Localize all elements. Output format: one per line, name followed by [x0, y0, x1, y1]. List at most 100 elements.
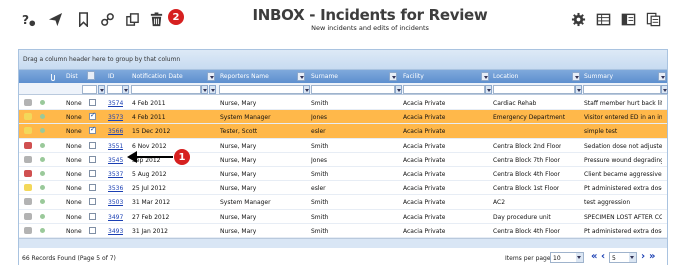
table-row[interactable]: None 3566 15 Dec 2012 Tester, Scott esler Aca…	[19, 124, 667, 139]
row-checkbox[interactable]	[89, 141, 96, 149]
row-checkbox[interactable]	[89, 125, 96, 135]
filter-facility-button[interactable]	[485, 85, 492, 94]
send-icon[interactable]	[47, 11, 63, 27]
filter-facility[interactable]	[403, 85, 485, 94]
incident-type-icon	[24, 212, 32, 220]
grid-icon[interactable]	[595, 11, 611, 27]
filter-summary[interactable]	[583, 85, 661, 94]
filter-location-button[interactable]	[575, 85, 582, 94]
col-reporters-name[interactable]: Reporters Name	[220, 73, 269, 80]
table-row[interactable]: None 3537 5 Aug 2012 Nurse, Mary Smith Acacia…	[19, 167, 667, 182]
row-checkbox[interactable]	[89, 198, 96, 206]
incident-id-link[interactable]: 3503	[108, 199, 123, 206]
col-notification-date[interactable]: Notification Date	[132, 73, 183, 80]
reporters-name-menu[interactable]	[297, 72, 305, 81]
filter-reporters-name[interactable]	[219, 85, 305, 94]
table-row[interactable]: None 3545 Sep 2012 Nurse, Mary Jones Acacia P…	[19, 153, 667, 167]
table-row[interactable]: None 3536 25 Jul 2012 Nurse, Mary esler Acaci…	[19, 181, 667, 196]
bookmark-icon[interactable]	[75, 11, 91, 27]
row-checkbox[interactable]	[89, 226, 96, 234]
row-checkbox[interactable]	[89, 99, 96, 106]
toolbar: ? 2 INBOX - Incidents for Review New inc…	[0, 0, 677, 40]
table-row[interactable]: None 3573 4 Feb 2011 System Manager Jones Aca…	[19, 110, 667, 125]
filter-date-button[interactable]	[209, 85, 216, 94]
cell-summary: test aggression	[584, 199, 631, 207]
row-checkbox[interactable]	[89, 111, 96, 121]
filter-surname[interactable]	[311, 85, 395, 94]
cell-location: Day procedure unit	[493, 213, 551, 221]
col-dist[interactable]: Dist	[66, 73, 78, 80]
col-location[interactable]: Location	[493, 73, 518, 80]
table-row[interactable]: None 3551 6 Nov 2012 Nurse, Mary Smith Acacia…	[19, 139, 667, 153]
next-page-icon[interactable]: ›	[641, 251, 645, 262]
filter-summary-button[interactable]	[661, 85, 668, 94]
group-by-panel[interactable]: Drag a column header here to group by th…	[19, 50, 667, 70]
filter-dist-button[interactable]	[98, 85, 105, 94]
copy-icon[interactable]	[124, 11, 140, 27]
table-row[interactable]: None 3497 27 Feb 2012 Nurse, Mary Smith Acaci…	[19, 210, 667, 224]
cell-facility: Acacia Private	[403, 156, 446, 164]
prev-page-icon[interactable]: ‹	[601, 251, 605, 262]
help-icon[interactable]: ?	[20, 11, 36, 27]
cell-summary: Visitor entered ED in an int...	[584, 114, 662, 122]
filter-surname-button[interactable]	[395, 85, 402, 94]
cell-reporter: System Manager	[220, 199, 271, 207]
surname-menu[interactable]	[389, 72, 397, 81]
columns-icon[interactable]	[620, 11, 636, 27]
cell-date: 15 Dec 2012	[132, 128, 171, 136]
page-select[interactable]: 5	[609, 252, 637, 263]
incident-id-link[interactable]: 3536	[108, 185, 123, 192]
incident-type-icon	[24, 99, 32, 106]
incident-id-link[interactable]: 3493	[108, 228, 123, 235]
location-menu[interactable]	[572, 72, 580, 81]
row-checkbox[interactable]	[89, 155, 96, 163]
incident-type-icon	[24, 113, 32, 121]
col-facility[interactable]: Facility	[403, 73, 424, 80]
records-status: 66 Records Found (Page 5 of 7)	[22, 255, 116, 262]
incident-id-link[interactable]: 3545	[108, 157, 123, 164]
incident-id-link[interactable]: 3574	[108, 100, 123, 107]
incident-id-link[interactable]: 3551	[108, 143, 123, 150]
export-icon[interactable]	[645, 11, 661, 27]
incident-id-link[interactable]: 3566	[108, 128, 123, 135]
col-summary[interactable]: Summary	[584, 73, 613, 80]
select-all-checkbox[interactable]	[87, 71, 95, 80]
incident-type-icon	[24, 226, 32, 234]
cell-reporter: Nurse, Mary	[220, 170, 257, 178]
filter-reporters-button[interactable]	[303, 85, 310, 94]
filter-notification-date[interactable]	[131, 85, 201, 94]
last-page-icon[interactable]: »	[649, 251, 655, 262]
incident-id-link[interactable]: 3497	[108, 214, 123, 221]
table-row[interactable]: None 3574 4 Feb 2011 Nurse, Mary Smith Acacia…	[19, 96, 667, 111]
first-page-icon[interactable]: «	[591, 251, 597, 262]
filter-dist[interactable]	[82, 85, 97, 94]
incident-id-link[interactable]: 3537	[108, 171, 123, 178]
status-dot-icon	[40, 142, 45, 148]
link-icon[interactable]	[99, 11, 115, 27]
row-checkbox[interactable]	[89, 169, 96, 177]
filter-location[interactable]	[493, 85, 575, 94]
filter-id-button[interactable]	[122, 85, 129, 94]
page-value: 5	[612, 255, 616, 262]
cell-date: 6 Nov 2012	[132, 142, 167, 150]
summary-menu[interactable]	[658, 72, 666, 81]
row-checkbox[interactable]	[89, 184, 96, 192]
col-id[interactable]: ID	[108, 73, 114, 80]
chevron-down-icon	[576, 253, 583, 262]
table-row[interactable]: None 3493 31 Jan 2012 Nurse, Mary Smith Acaci…	[19, 224, 667, 238]
table-row[interactable]: None 3503 31 Mar 2012 System Manager Smith Ac…	[19, 195, 667, 210]
items-per-page-select[interactable]: 10	[550, 252, 584, 263]
row-checkbox[interactable]	[89, 212, 96, 220]
notification-date-menu[interactable]	[207, 72, 215, 81]
gear-icon[interactable]	[570, 11, 586, 27]
cell-dist: None	[66, 156, 82, 164]
cell-location: AC2	[493, 199, 506, 207]
filter-date-menu[interactable]	[201, 85, 208, 94]
cell-summary: SPECIMEN LOST AFTER CO...	[584, 213, 662, 221]
cell-location: Cardiac Rehab	[493, 100, 537, 107]
incident-id-link[interactable]: 3573	[108, 114, 123, 121]
facility-menu[interactable]	[481, 72, 489, 81]
callout-badge-2: 2	[168, 9, 184, 25]
col-surname[interactable]: Surname	[311, 73, 338, 80]
trash-icon[interactable]	[148, 11, 164, 27]
